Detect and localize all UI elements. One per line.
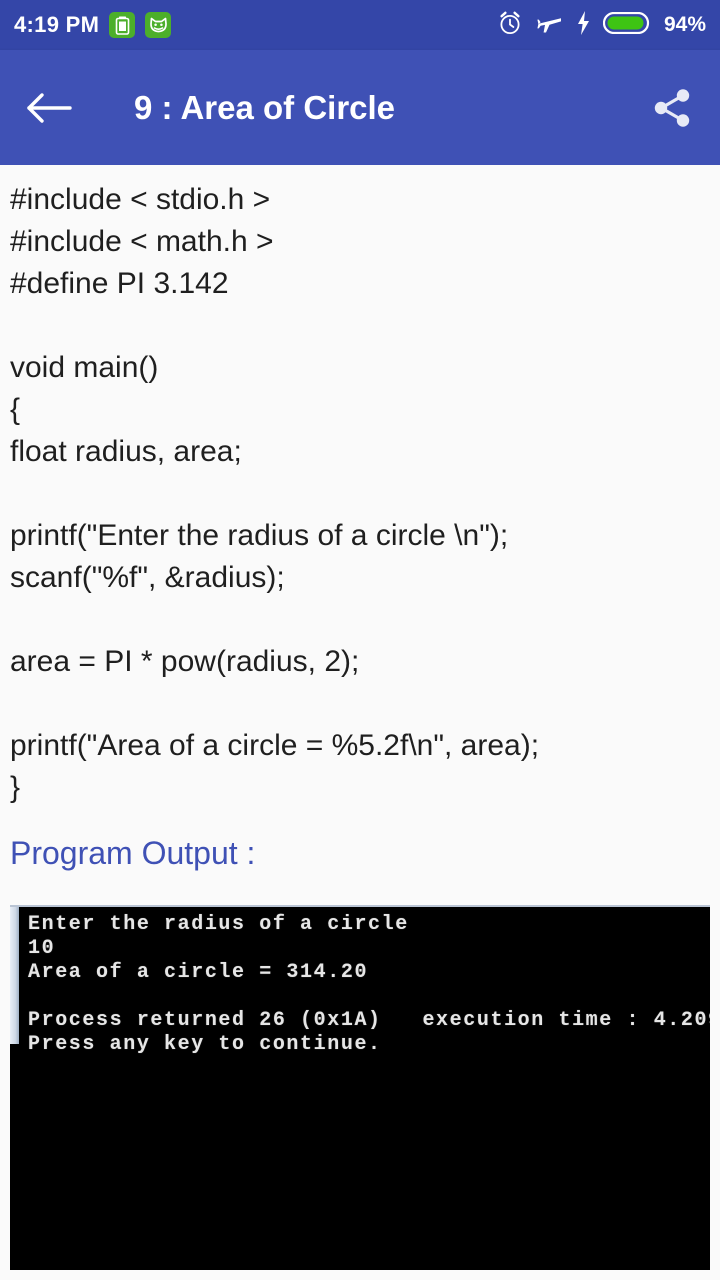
status-bar: 4:19 PM 94% <box>0 0 720 50</box>
airplane-mode-icon <box>536 11 564 40</box>
status-bar-right: 94% <box>497 10 706 41</box>
source-code-block: #include < stdio.h > #include < math.h >… <box>10 183 540 804</box>
terminal-scrollbar[interactable] <box>10 907 19 1044</box>
content-area[interactable]: #include < stdio.h > #include < math.h >… <box>0 165 720 1280</box>
cat-app-icon <box>145 12 172 38</box>
app-bar: 9 : Area of Circle <box>0 50 720 165</box>
battery-percent-label: 94% <box>663 13 706 36</box>
status-bar-clock: 4:19 PM <box>14 12 100 37</box>
program-output-heading: Program Output : <box>10 835 256 871</box>
alarm-icon <box>497 10 523 41</box>
terminal-output-text: Enter the radius of a circle 10 Area of … <box>28 913 710 1056</box>
status-bar-left: 4:19 PM <box>14 12 172 38</box>
share-icon[interactable] <box>650 86 694 130</box>
battery-saver-app-icon <box>109 12 136 38</box>
back-arrow-icon[interactable] <box>26 91 72 125</box>
battery-icon <box>602 11 651 39</box>
app-screen: 4:19 PM 94% 9: Area of Circle #include … <box>0 0 720 1280</box>
program-output-terminal: Enter the radius of a circle 10 Area of … <box>10 905 710 1270</box>
page-title: 9 : Area of Circle <box>134 88 396 126</box>
charging-bolt-icon <box>577 10 590 40</box>
